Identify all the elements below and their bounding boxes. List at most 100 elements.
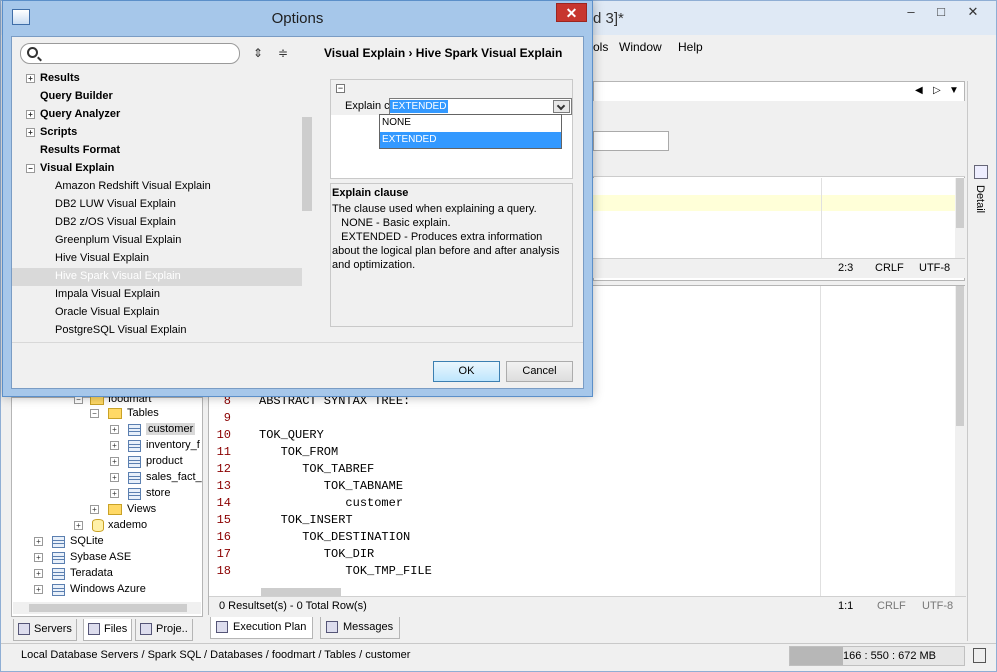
expand-icon[interactable]: + [34,537,43,546]
options-tree-item[interactable]: Results Format [12,142,302,160]
expand-icon[interactable]: + [74,521,83,530]
tree-horizontal-scrollbar[interactable] [13,602,201,614]
options-tree-item[interactable]: Oracle Visual Explain [12,304,302,322]
menu-tools[interactable]: ols [593,40,608,54]
tree-node-server[interactable]: + Teradata [12,566,202,582]
detail-icon[interactable] [974,165,988,179]
collapse-all-icon[interactable]: ≑ [277,46,289,60]
options-tree-item[interactable]: + Scripts [12,124,302,142]
option-extended[interactable]: EXTENDED [380,132,561,148]
detail-side-panel[interactable]: Detail [967,81,996,641]
code-line: customer [259,496,404,510]
line-number: 9 [223,411,231,425]
code-line: TOK_TABNAME [259,479,404,493]
ok-button[interactable]: OK [433,361,500,382]
property-row-explain-clause[interactable]: Explain clause EXTENDED [331,98,572,115]
line-ending-selector[interactable]: CRLF [875,262,904,274]
tree-node-table[interactable]: + inventory_f [12,438,202,454]
tab-prev-icon[interactable]: ◀ [915,85,923,96]
expand-icon[interactable]: + [26,128,35,137]
collapse-icon[interactable]: − [90,409,99,418]
tree-node-table[interactable]: + customer [12,422,202,438]
tree-node-server[interactable]: + Sybase ASE [12,550,202,566]
properties-panel [593,101,965,177]
dialog-close-button[interactable]: ✕ [556,3,587,22]
search-input[interactable] [20,43,240,64]
collapse-icon[interactable]: − [336,84,345,93]
property-input[interactable] [593,131,669,151]
options-tree-item[interactable]: PostgreSQL Visual Explain [12,322,302,340]
options-tree-scrollbar[interactable] [302,117,312,211]
options-tree-item[interactable]: DB2 z/OS Visual Explain [12,214,302,232]
dropdown-button[interactable] [553,100,570,113]
tab-projects[interactable]: Proje.. [135,619,193,641]
status-bar: Local Database Servers / Spark SQL / Dat… [1,643,996,671]
tab-messages[interactable]: Messages [320,617,401,639]
garbage-collect-icon[interactable] [973,648,986,663]
folder-icon [108,504,122,515]
tree-node-server[interactable]: + SQLite [12,534,202,550]
description-box: Explain clause The clause used when expl… [330,183,573,327]
explain-clause-select[interactable]: EXTENDED [389,98,572,115]
options-tree-item[interactable]: DB2 LUW Visual Explain [12,196,302,214]
property-name: Explain clause [345,100,389,112]
line-number: 14 [216,496,231,510]
expand-icon[interactable]: + [34,585,43,594]
options-tree-item[interactable]: + Results [12,70,302,88]
expand-icon[interactable]: + [110,473,119,482]
options-tree-item[interactable]: Hive Visual Explain [12,250,302,268]
tab-next-icon[interactable]: ▷ [933,85,941,96]
tree-node-server[interactable]: + Windows Azure [12,582,202,598]
expand-icon[interactable]: + [110,441,119,450]
options-tree-item[interactable]: Impala Visual Explain [12,286,302,304]
expand-icon[interactable]: + [90,505,99,514]
menu-window[interactable]: Window [619,40,662,54]
maximize-button[interactable]: □ [926,1,956,23]
tab-servers[interactable]: Servers [13,619,77,641]
menu-help[interactable]: Help [678,40,703,54]
option-none[interactable]: NONE [380,115,561,131]
tree-node-table[interactable]: + store [12,486,202,502]
tab-files[interactable]: Files [83,619,133,641]
servers-icon [18,623,30,635]
options-tree-item[interactable]: Amazon Redshift Visual Explain [12,178,302,196]
expand-icon[interactable]: + [110,489,119,498]
close-window-button[interactable]: ✕ [958,1,988,23]
code-editor-top[interactable] [593,178,955,258]
expand-icon[interactable]: + [34,553,43,562]
collapse-icon[interactable]: − [26,164,35,173]
line-number: 12 [216,462,231,476]
encoding-selector[interactable]: UTF-8 [919,262,950,274]
left-tab-bar: Servers Files Proje.. [11,619,203,641]
options-tree-item[interactable]: Greenplum Visual Explain [12,232,302,250]
expand-icon[interactable]: + [110,457,119,466]
options-tree-item[interactable]: Hive Spark Visual Explain [12,268,302,286]
bottom-vertical-scrollbar[interactable] [955,286,965,596]
tree-node-xademo[interactable]: + xademo [12,518,202,534]
explain-clause-dropdown-list[interactable]: NONE EXTENDED [379,114,562,149]
memory-indicator[interactable]: 166 : 550 : 672 MB [789,646,965,666]
expand-icon[interactable]: + [34,569,43,578]
code-line: TOK_FROM [259,445,339,459]
code-line: TOK_QUERY [259,428,324,442]
options-tree-item[interactable]: − Visual Explain [12,160,302,178]
expand-all-icon[interactable]: ⇕ [252,46,264,60]
tree-node-views[interactable]: + Views [12,502,202,518]
expand-icon[interactable]: + [26,110,35,119]
tab-list-icon[interactable]: ▼ [949,85,959,96]
expand-icon[interactable]: + [26,74,35,83]
top-vertical-scrollbar[interactable] [955,178,965,258]
tab-execution-plan[interactable]: Execution Plan [210,617,314,639]
expand-icon[interactable]: + [110,425,119,434]
tree-node-tables[interactable]: − Tables [12,406,202,422]
tree-node-table[interactable]: + sales_fact_ [12,470,202,486]
tree-node-table[interactable]: + product [12,454,202,470]
options-tree-item[interactable]: + Query Analyzer [12,106,302,124]
minimize-button[interactable]: – [896,1,926,23]
description-line: NONE - Basic explain. [332,217,451,229]
options-tree-item[interactable]: Query Builder [12,88,302,106]
detail-label[interactable]: Detail [974,185,986,213]
server-icon [52,584,65,596]
bottom-horizontal-scrollbar[interactable] [261,588,341,596]
cancel-button[interactable]: Cancel [506,361,573,382]
